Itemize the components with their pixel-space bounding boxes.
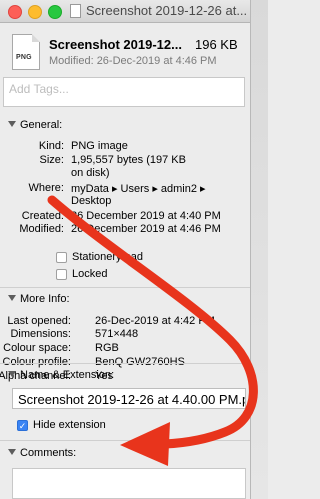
file-name: Screenshot 2019-12... xyxy=(49,37,182,52)
title-bar[interactable]: Screenshot 2019-12-26 at... xyxy=(0,0,250,23)
comments-section-title: Comments: xyxy=(20,447,77,459)
file-modified-date: Modified: 26-Dec-2019 at 4:46 PM xyxy=(49,55,217,67)
name-extension-section-title: Name & Extension: xyxy=(20,369,115,381)
section-divider xyxy=(0,440,250,441)
where-value-line-2: Desktop xyxy=(71,195,112,207)
locked-label: Locked xyxy=(72,268,108,280)
hide-extension-checkbox[interactable]: ✓ xyxy=(17,420,28,431)
created-value: 26 December 2019 at 4:40 PM xyxy=(71,210,221,222)
document-proxy-icon[interactable] xyxy=(70,4,81,18)
name-extension-field[interactable] xyxy=(12,388,246,409)
colour-space-value: RGB xyxy=(95,342,119,354)
where-label: Where: xyxy=(28,182,64,194)
disclosure-triangle-icon[interactable] xyxy=(8,121,16,127)
file-name-input[interactable] xyxy=(16,391,245,408)
size-label: Size: xyxy=(39,154,64,166)
zoom-button[interactable] xyxy=(48,5,62,19)
close-button[interactable] xyxy=(8,5,22,19)
size-value-line-2: on disk) xyxy=(71,167,110,179)
hide-extension-label: Hide extension xyxy=(33,419,106,431)
window-title: Screenshot 2019-12-26 at... xyxy=(86,3,248,18)
dimensions-value: 571×448 xyxy=(95,328,139,340)
dimensions-label: Dimensions: xyxy=(10,328,71,340)
get-info-window: Screenshot 2019-12-26 at... PNG Screensh… xyxy=(0,0,251,499)
created-label: Created: xyxy=(21,210,64,222)
file-type-badge: PNG xyxy=(16,54,32,61)
disclosure-triangle-icon[interactable] xyxy=(8,371,16,377)
minimize-button[interactable] xyxy=(28,5,42,19)
where-value-line-1: myData ▸ Users ▸ admin2 ▸ xyxy=(71,183,206,195)
png-file-icon: PNG xyxy=(12,34,40,70)
modified-value: 26 December 2019 at 4:46 PM xyxy=(71,223,221,235)
page-fold-icon xyxy=(32,34,40,42)
tags-input[interactable] xyxy=(7,81,241,97)
colour-profile-value: BenQ GW2760HS xyxy=(95,356,185,368)
kind-label: Kind: xyxy=(38,140,64,152)
colour-space-label: Colour space: xyxy=(3,342,71,354)
comments-field[interactable] xyxy=(12,468,246,499)
kind-value: PNG image xyxy=(71,140,128,152)
stationery-pad-checkbox[interactable] xyxy=(56,252,67,263)
locked-checkbox[interactable] xyxy=(56,269,67,280)
modified-label: Modified: xyxy=(19,223,64,235)
name-extension-section-header[interactable]: Name & Extension: xyxy=(8,369,114,381)
section-divider xyxy=(0,363,250,364)
tags-field[interactable] xyxy=(3,77,245,107)
general-section-title: General: xyxy=(20,119,63,131)
more-info-section-title: More Info: xyxy=(20,293,70,305)
disclosure-triangle-icon[interactable] xyxy=(8,449,16,455)
size-value-line-1: 1,95,557 bytes (197 KB xyxy=(71,154,186,166)
more-info-section-header[interactable]: More Info: xyxy=(8,293,70,305)
last-opened-value: 26-Dec-2019 at 4:42 PM xyxy=(95,315,215,327)
background-window-edge xyxy=(251,0,268,499)
comments-section-header[interactable]: Comments: xyxy=(8,447,76,459)
section-divider xyxy=(0,287,250,288)
last-opened-label: Last opened: xyxy=(7,315,71,327)
colour-profile-label: Colour profile: xyxy=(2,356,71,368)
file-size: 196 KB xyxy=(195,37,238,52)
stationery-pad-label: Stationery pad xyxy=(72,251,143,263)
general-section-header[interactable]: General: xyxy=(8,119,62,131)
disclosure-triangle-icon[interactable] xyxy=(8,295,16,301)
